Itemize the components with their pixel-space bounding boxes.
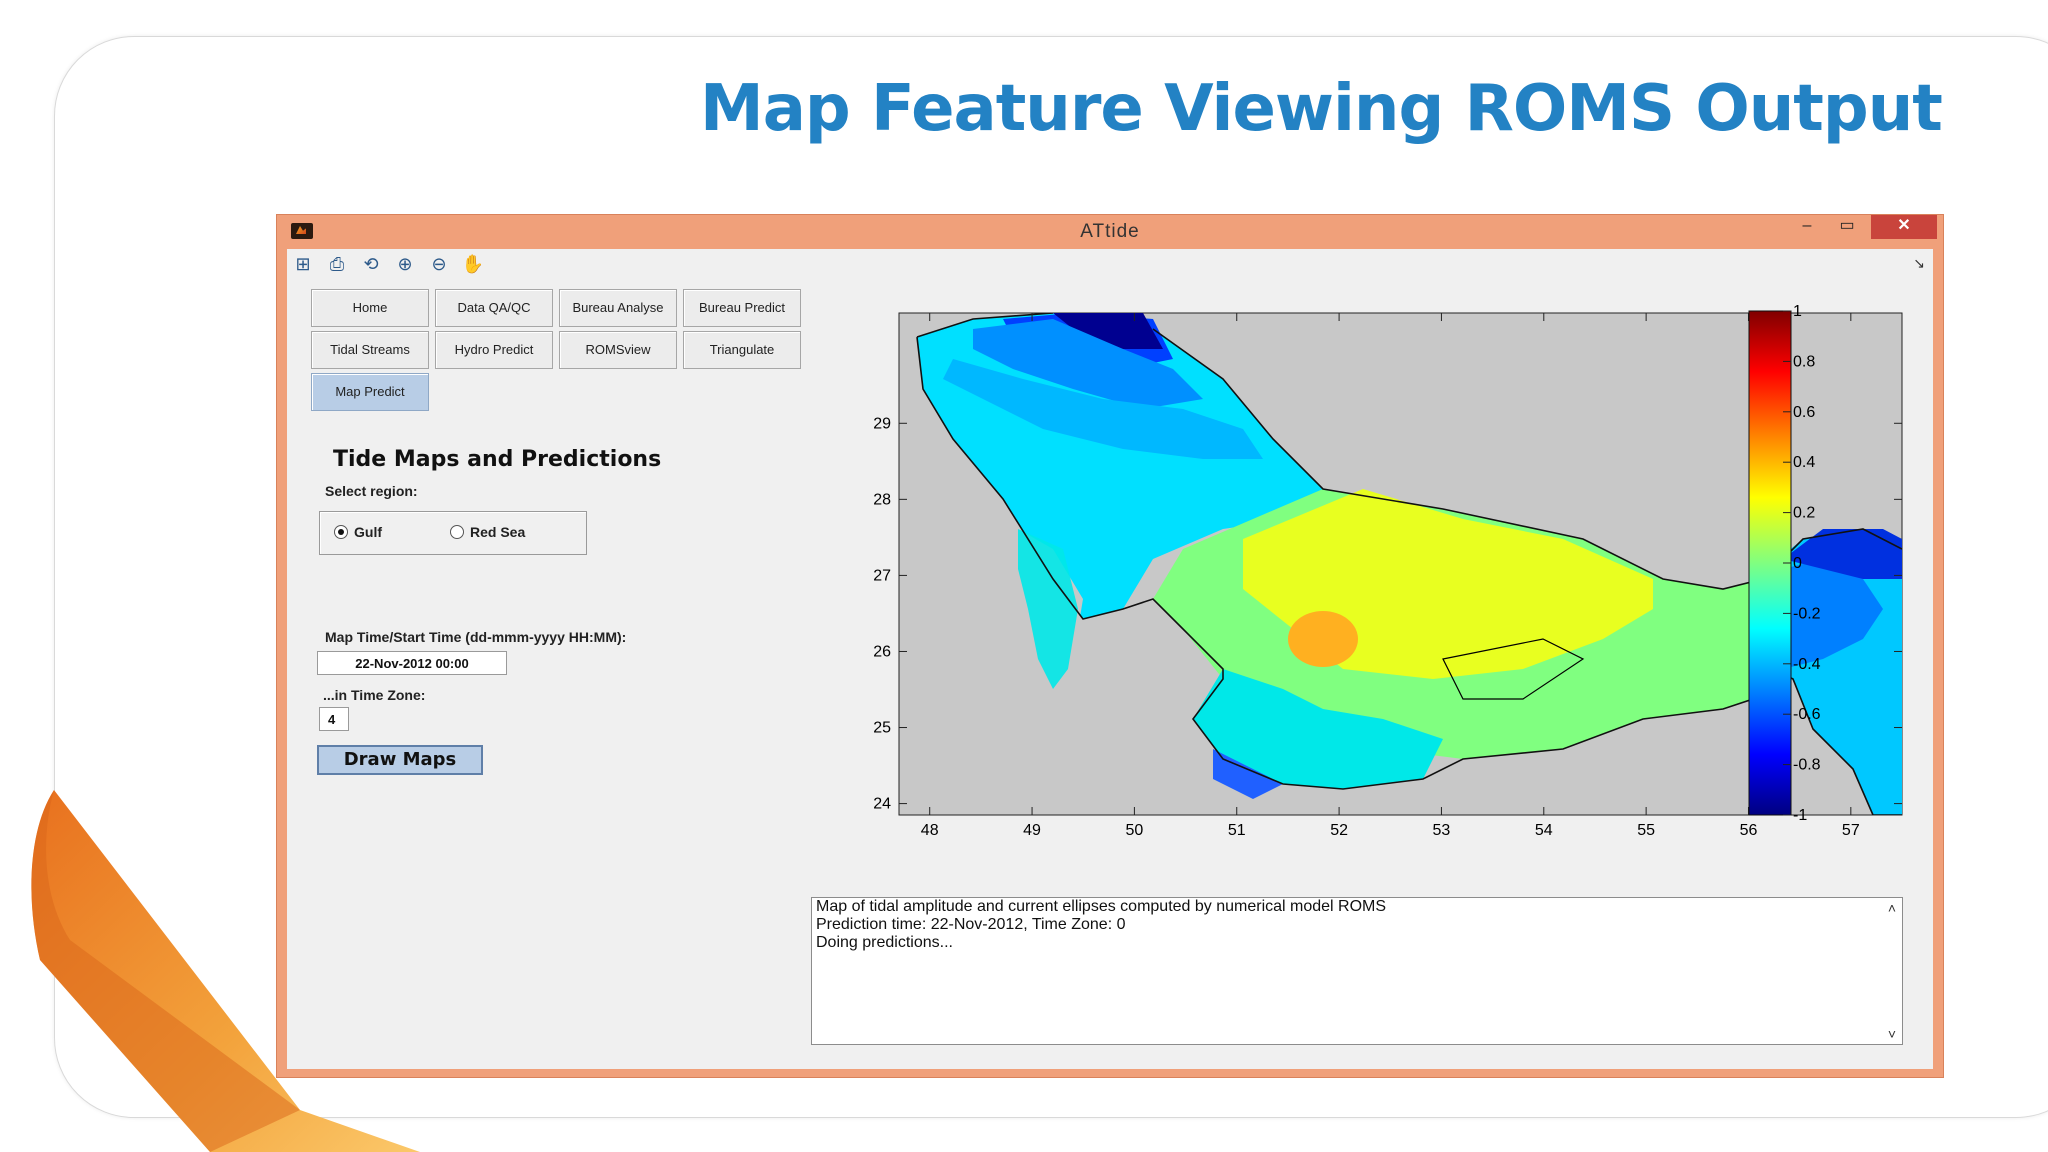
section-title: Tide Maps and Predictions bbox=[333, 447, 662, 472]
window-title: ATtide bbox=[1080, 221, 1140, 242]
nav-button-home[interactable]: Home bbox=[311, 289, 429, 327]
map-time-label: Map Time/Start Time (dd-mmm-yyyy HH:MM): bbox=[325, 629, 627, 645]
log-line: Map of tidal amplitude and current ellip… bbox=[816, 898, 1387, 915]
radio-gulf[interactable]: Gulf bbox=[334, 524, 382, 540]
time-zone-label: ...in Time Zone: bbox=[323, 687, 426, 703]
colorbar-tick-label: 0.8 bbox=[1793, 353, 1815, 370]
colorbar-tick-label: 0 bbox=[1793, 555, 1802, 572]
x-tick-label: 50 bbox=[1125, 822, 1143, 839]
y-tick-label: 29 bbox=[873, 415, 891, 432]
print-icon[interactable]: ⎙ bbox=[325, 253, 349, 275]
rotate-icon[interactable]: ⟲ bbox=[359, 253, 383, 275]
scroll-up-icon[interactable]: ˄ bbox=[1888, 900, 1896, 916]
nav-button-map-predict[interactable]: Map Predict bbox=[311, 373, 429, 411]
y-tick-label: 24 bbox=[873, 796, 891, 813]
nav-button-tidal-streams[interactable]: Tidal Streams bbox=[311, 331, 429, 369]
x-tick-label: 54 bbox=[1535, 822, 1553, 839]
colorbar-panel: 1 0.8 0.6 0.4 0.2 0 -0.2 -0.4 -0.6 -0.8 -1 bbox=[1748, 303, 1821, 824]
nav-button-triangulate[interactable]: Triangulate bbox=[683, 331, 801, 369]
y-tick-label: 26 bbox=[873, 643, 891, 660]
nav-button-bureau-analyse[interactable]: Bureau Analyse bbox=[559, 289, 677, 327]
colorbar-tick-label: 0.4 bbox=[1793, 454, 1815, 471]
app-window: ATtide – ▭ ✕ ⊞ ⎙ ⟲ ⊕ ⊖ ✋ ↘ Home Data QA/… bbox=[276, 214, 1944, 1078]
colorbar-tick-label: -0.8 bbox=[1793, 757, 1821, 774]
app-client-area: Home Data QA/QC Bureau Analyse Bureau Pr… bbox=[287, 279, 1933, 1069]
x-tick-label: 51 bbox=[1228, 822, 1246, 839]
radio-unselected-icon bbox=[450, 525, 464, 539]
dock-arrow-icon[interactable]: ↘ bbox=[1913, 255, 1925, 272]
log-line: Prediction time: 22-Nov-2012, Time Zone:… bbox=[816, 916, 1126, 933]
x-tick-label: 55 bbox=[1637, 822, 1655, 839]
new-figure-icon[interactable]: ⊞ bbox=[291, 253, 315, 275]
y-tick-label: 27 bbox=[873, 567, 891, 584]
minimize-button[interactable]: – bbox=[1789, 215, 1825, 239]
maximize-button[interactable]: ▭ bbox=[1829, 215, 1865, 239]
map-time-input[interactable] bbox=[317, 651, 507, 675]
radio-red-sea[interactable]: Red Sea bbox=[450, 524, 525, 540]
region-radio-group: Gulf Red Sea bbox=[319, 511, 587, 555]
colorbar-tick-label: 0.6 bbox=[1793, 404, 1815, 421]
region-label: Select region: bbox=[325, 483, 418, 499]
draw-maps-button[interactable]: Draw Maps bbox=[317, 745, 483, 775]
nav-button-romsview[interactable]: ROMSview bbox=[559, 331, 677, 369]
radio-gulf-label: Gulf bbox=[354, 524, 382, 540]
window-titlebar[interactable]: ATtide – ▭ ✕ bbox=[277, 215, 1943, 247]
close-button[interactable]: ✕ bbox=[1871, 215, 1937, 239]
nav-button-data-qaqc[interactable]: Data QA/QC bbox=[435, 289, 553, 327]
zoom-in-icon[interactable]: ⊕ bbox=[393, 253, 417, 275]
y-tick-label: 28 bbox=[873, 491, 891, 508]
colorbar-tick-label: -0.6 bbox=[1793, 706, 1821, 723]
radio-red-sea-label: Red Sea bbox=[470, 524, 526, 540]
x-tick-label: 52 bbox=[1330, 822, 1348, 839]
x-tick-label: 49 bbox=[1023, 822, 1041, 839]
zoom-out-icon[interactable]: ⊖ bbox=[427, 253, 451, 275]
x-tick-label: 53 bbox=[1433, 822, 1451, 839]
log-line: Doing predictions... bbox=[816, 934, 953, 951]
colorbar-tick-label: 0.2 bbox=[1793, 505, 1815, 522]
log-textbox[interactable]: Map of tidal amplitude and current ellip… bbox=[811, 897, 1903, 1045]
nav-button-bureau-predict[interactable]: Bureau Predict bbox=[683, 289, 801, 327]
colorbar-tick-label: -1 bbox=[1793, 807, 1807, 824]
pan-hand-icon[interactable]: ✋ bbox=[461, 253, 485, 275]
colorbar-tick-label: 1 bbox=[1793, 303, 1802, 320]
radio-selected-icon bbox=[334, 525, 348, 539]
scroll-down-icon[interactable]: ˅ bbox=[1888, 1026, 1896, 1042]
colorbar-tick-label: -0.2 bbox=[1793, 605, 1821, 622]
slide-title: Map Feature Viewing ROMS Output bbox=[700, 72, 1943, 146]
nav-button-hydro-predict[interactable]: Hydro Predict bbox=[435, 331, 553, 369]
x-tick-label: 48 bbox=[921, 822, 939, 839]
y-tick-label: 25 bbox=[873, 720, 891, 737]
figure-toolbar: ⊞ ⎙ ⟲ ⊕ ⊖ ✋ ↘ bbox=[287, 249, 1933, 280]
colorbar-tick-label: -0.4 bbox=[1793, 656, 1821, 673]
time-zone-input[interactable] bbox=[319, 707, 349, 731]
